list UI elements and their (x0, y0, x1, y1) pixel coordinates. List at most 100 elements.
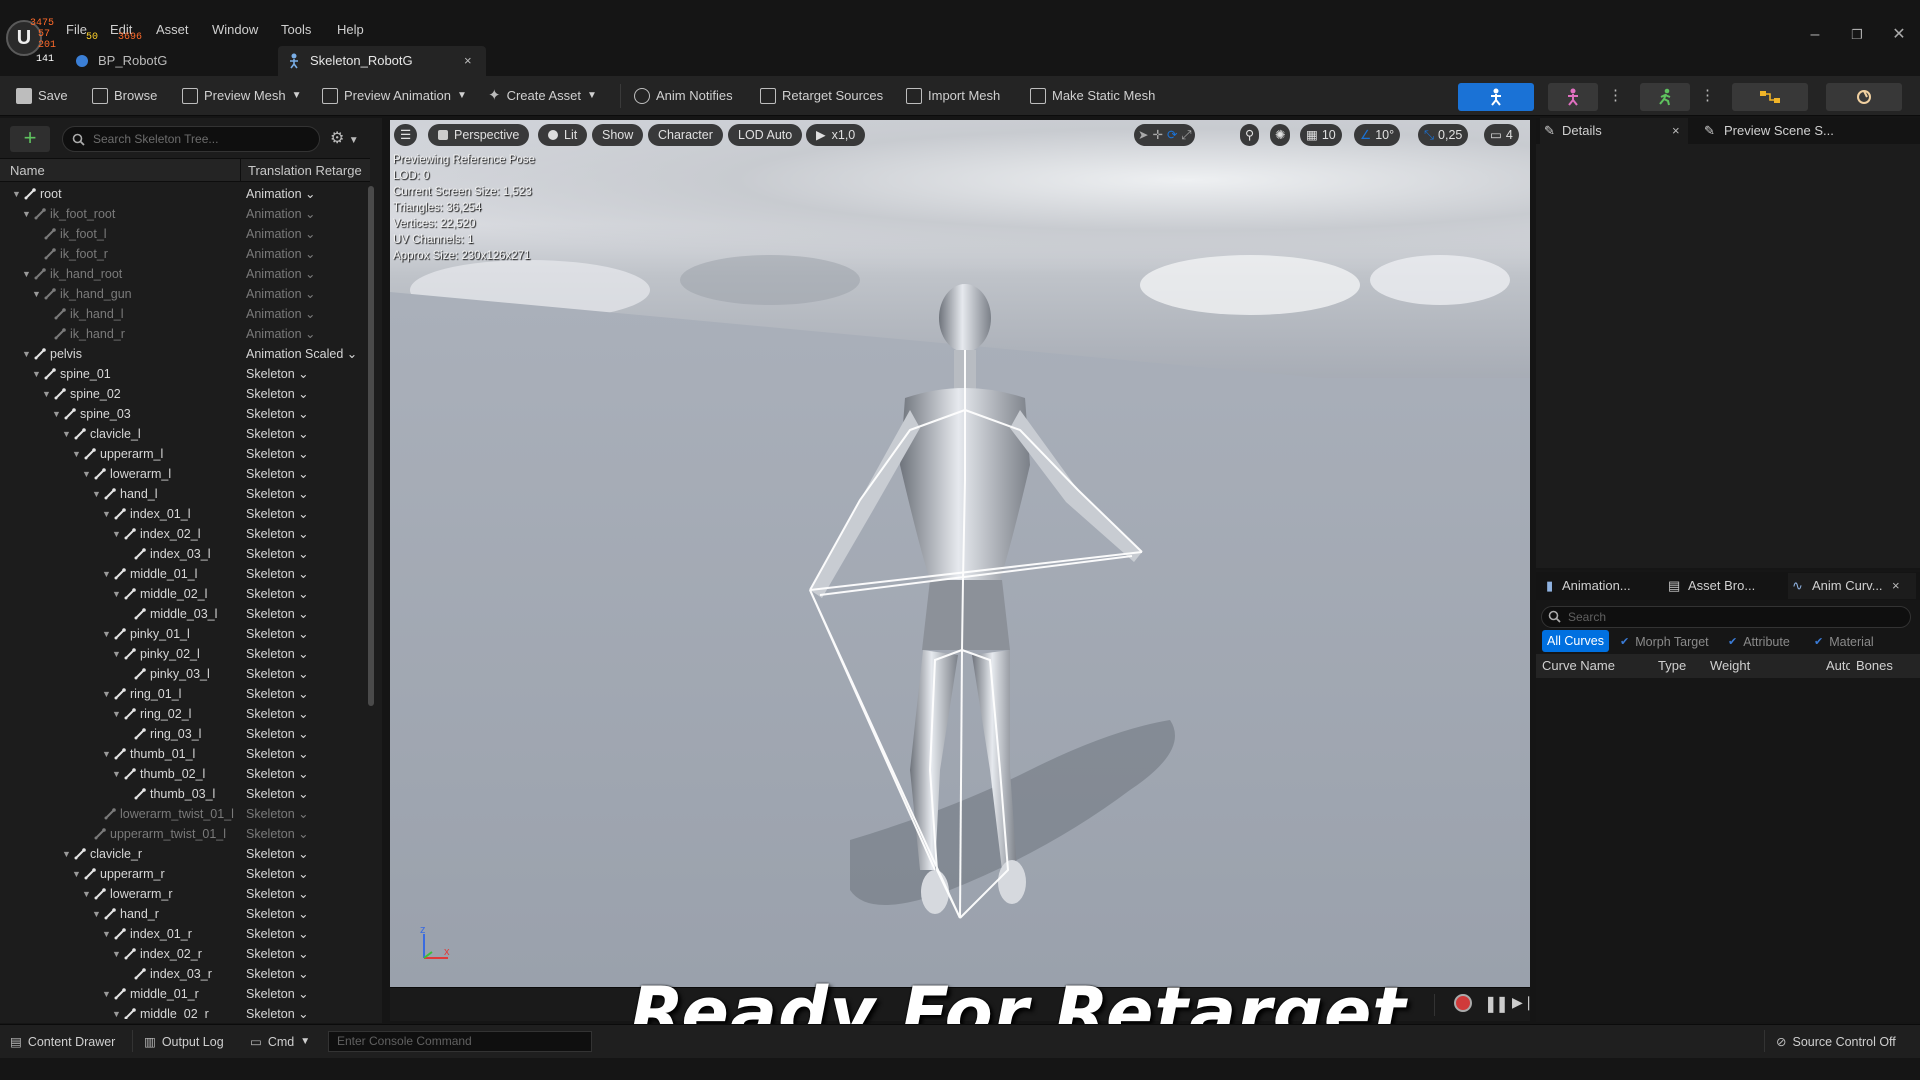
perspective-button[interactable]: Perspective (428, 124, 530, 146)
physics-mode-button[interactable] (1826, 83, 1902, 111)
blueprint-mode-button[interactable] (1732, 83, 1808, 111)
preview-viewport[interactable]: z x (390, 120, 1530, 987)
record-button[interactable] (1454, 994, 1472, 1012)
cmd-dropdown[interactable]: ▭ Cmd ▼ (250, 1032, 310, 1052)
expand-arrow-icon[interactable]: ▼ (102, 624, 112, 644)
make-static-mesh-button[interactable]: Make Static Mesh (1030, 84, 1155, 108)
expand-arrow-icon[interactable]: ▼ (102, 984, 112, 1004)
preview-animation-button[interactable]: Preview Animation ▼ (322, 84, 467, 108)
retarget-mode-dropdown[interactable]: Skeleton ⌄ (246, 864, 309, 884)
mesh-mode-button[interactable] (1548, 83, 1598, 111)
bone-row-ik-foot-l[interactable]: ik_foot_l Animation ⌄ (0, 224, 368, 244)
source-control-button[interactable]: ⊘ Source Control Off (1776, 1032, 1896, 1052)
select-tool-icon[interactable]: ➤ (1138, 124, 1148, 146)
bone-row-ik-hand-root[interactable]: ▼ ik_hand_root Animation ⌄ (0, 264, 368, 284)
bone-row-thumb-03-l[interactable]: thumb_03_l Skeleton ⌄ (0, 784, 368, 804)
curve-search-input[interactable]: Search (1541, 606, 1911, 628)
close-tab-icon[interactable]: × (1892, 573, 1900, 599)
skeleton-mode-button[interactable] (1458, 83, 1534, 111)
retarget-mode-dropdown[interactable]: Skeleton ⌄ (246, 824, 309, 844)
retarget-mode-dropdown[interactable]: Skeleton ⌄ (246, 544, 309, 564)
expand-arrow-icon[interactable]: ▼ (22, 344, 32, 364)
retarget-mode-dropdown[interactable]: Skeleton ⌄ (246, 704, 309, 724)
retarget-mode-dropdown[interactable]: Skeleton ⌄ (246, 424, 309, 444)
retarget-mode-dropdown[interactable]: Skeleton ⌄ (246, 904, 309, 924)
bone-row-clavicle-r[interactable]: ▼ clavicle_r Skeleton ⌄ (0, 844, 368, 864)
bone-row-spine-02[interactable]: ▼ spine_02 Skeleton ⌄ (0, 384, 368, 404)
retarget-mode-dropdown[interactable]: Skeleton ⌄ (246, 644, 309, 664)
skeleton-search-input[interactable]: Search Skeleton Tree... (62, 126, 320, 152)
expand-arrow-icon[interactable]: ▼ (112, 524, 122, 544)
bone-row-index-01-r[interactable]: ▼ index_01_r Skeleton ⌄ (0, 924, 368, 944)
tab-details[interactable]: ✎ Details × (1540, 118, 1688, 144)
bone-row-ring-01-l[interactable]: ▼ ring_01_l Skeleton ⌄ (0, 684, 368, 704)
expand-arrow-icon[interactable]: ▼ (102, 924, 112, 944)
bone-row-index-01-l[interactable]: ▼ index_01_l Skeleton ⌄ (0, 504, 368, 524)
retarget-mode-dropdown[interactable]: Skeleton ⌄ (246, 844, 309, 864)
lod-auto-button[interactable]: LOD Auto (728, 124, 803, 146)
expand-arrow-icon[interactable]: ▼ (92, 484, 102, 504)
bone-row-lowerarm-twist-01-l[interactable]: lowerarm_twist_01_l Skeleton ⌄ (0, 804, 368, 824)
bone-row-index-02-l[interactable]: ▼ index_02_l Skeleton ⌄ (0, 524, 368, 544)
expand-arrow-icon[interactable]: ▼ (22, 204, 32, 224)
tab-animation[interactable]: ▮ Animation... (1540, 573, 1660, 599)
save-button[interactable]: Save (16, 84, 68, 108)
tab-anim-curves[interactable]: ∿ Anim Curv... × (1788, 573, 1916, 599)
expand-arrow-icon[interactable]: ▼ (112, 1004, 122, 1019)
retarget-mode-dropdown[interactable]: Skeleton ⌄ (246, 564, 309, 584)
attribute-filter[interactable]: ✔ Attribute (1728, 632, 1790, 652)
expand-arrow-icon[interactable]: ▼ (12, 184, 22, 204)
expand-arrow-icon[interactable]: ▼ (32, 364, 42, 384)
scale-tool-icon[interactable]: ⤢ (1181, 124, 1191, 146)
retarget-mode-dropdown[interactable]: Skeleton ⌄ (246, 664, 309, 684)
bone-row-spine-03[interactable]: ▼ spine_03 Skeleton ⌄ (0, 404, 368, 424)
retarget-mode-dropdown[interactable]: Skeleton ⌄ (246, 364, 309, 384)
retarget-mode-dropdown[interactable]: Animation ⌄ (246, 264, 316, 284)
lit-button[interactable]: Lit (538, 124, 588, 146)
bone-row-ring-02-l[interactable]: ▼ ring_02_l Skeleton ⌄ (0, 704, 368, 724)
bone-row-upperarm-r[interactable]: ▼ upperarm_r Skeleton ⌄ (0, 864, 368, 884)
bone-row-clavicle-l[interactable]: ▼ clavicle_l Skeleton ⌄ (0, 424, 368, 444)
tab-asset-browser[interactable]: ▤ Asset Bro... (1664, 573, 1784, 599)
retarget-mode-dropdown[interactable]: Skeleton ⌄ (246, 744, 309, 764)
retarget-mode-dropdown[interactable]: Skeleton ⌄ (246, 624, 309, 644)
playback-speed-button[interactable]: ▶ x1,0 (806, 124, 866, 146)
close-tab-icon[interactable]: × (1672, 118, 1680, 144)
tab-preview-scene-settings[interactable]: ✎ Preview Scene S... (1700, 118, 1900, 144)
create-asset-button[interactable]: ✦ Create Asset ▼ (488, 84, 597, 108)
step-forward-button[interactable]: ▶❘ (1512, 994, 1535, 1011)
retarget-mode-dropdown[interactable]: Skeleton ⌄ (246, 464, 309, 484)
scale-snap-button[interactable]: ⤡ 0,25 (1418, 124, 1469, 146)
menu-tools[interactable]: Tools (281, 20, 311, 40)
bone-row-upperarm-twist-01-l[interactable]: upperarm_twist_01_l Skeleton ⌄ (0, 824, 368, 844)
retarget-mode-dropdown[interactable]: Animation ⌄ (246, 204, 316, 224)
column-auto[interactable]: Auto (1826, 654, 1850, 678)
bone-row-index-03-r[interactable]: index_03_r Skeleton ⌄ (0, 964, 368, 984)
viewport-menu-button[interactable]: ☰ (394, 124, 418, 146)
tab-skeleton-robotg[interactable]: Skeleton_RobotG × (278, 46, 486, 76)
retarget-mode-dropdown[interactable]: Skeleton ⌄ (246, 724, 309, 744)
bone-row-ik-hand-r[interactable]: ik_hand_r Animation ⌄ (0, 324, 368, 344)
retarget-mode-dropdown[interactable]: Animation ⌄ (246, 224, 316, 244)
bone-row-ik-foot-root[interactable]: ▼ ik_foot_root Animation ⌄ (0, 204, 368, 224)
retarget-mode-dropdown[interactable]: Skeleton ⌄ (246, 884, 309, 904)
retarget-mode-dropdown[interactable]: Skeleton ⌄ (246, 764, 309, 784)
retarget-mode-dropdown[interactable]: Skeleton ⌄ (246, 784, 309, 804)
expand-arrow-icon[interactable]: ▼ (82, 464, 92, 484)
all-curves-filter[interactable]: All Curves (1542, 630, 1609, 652)
bone-row-ik-hand-gun[interactable]: ▼ ik_hand_gun Animation ⌄ (0, 284, 368, 304)
camera-speed-button[interactable]: ▭ 4 (1484, 124, 1519, 146)
retarget-mode-dropdown[interactable]: Skeleton ⌄ (246, 804, 309, 824)
retarget-sources-button[interactable]: Retarget Sources (760, 84, 883, 108)
retarget-mode-dropdown[interactable]: Skeleton ⌄ (246, 1004, 309, 1019)
bone-row-lowerarm-l[interactable]: ▼ lowerarm_l Skeleton ⌄ (0, 464, 368, 484)
retarget-mode-dropdown[interactable]: Skeleton ⌄ (246, 964, 309, 984)
expand-arrow-icon[interactable]: ▼ (22, 264, 32, 284)
expand-arrow-icon[interactable]: ▼ (102, 684, 112, 704)
morph-target-filter[interactable]: ✔ Morph Target (1620, 632, 1709, 652)
bone-row-thumb-02-l[interactable]: ▼ thumb_02_l Skeleton ⌄ (0, 764, 368, 784)
bone-row-middle-02-r[interactable]: ▼ middle_02_r Skeleton ⌄ (0, 1004, 368, 1019)
expand-arrow-icon[interactable]: ▼ (52, 404, 62, 424)
bone-row-spine-01[interactable]: ▼ spine_01 Skeleton ⌄ (0, 364, 368, 384)
retarget-mode-dropdown[interactable]: Animation ⌄ (246, 184, 316, 204)
